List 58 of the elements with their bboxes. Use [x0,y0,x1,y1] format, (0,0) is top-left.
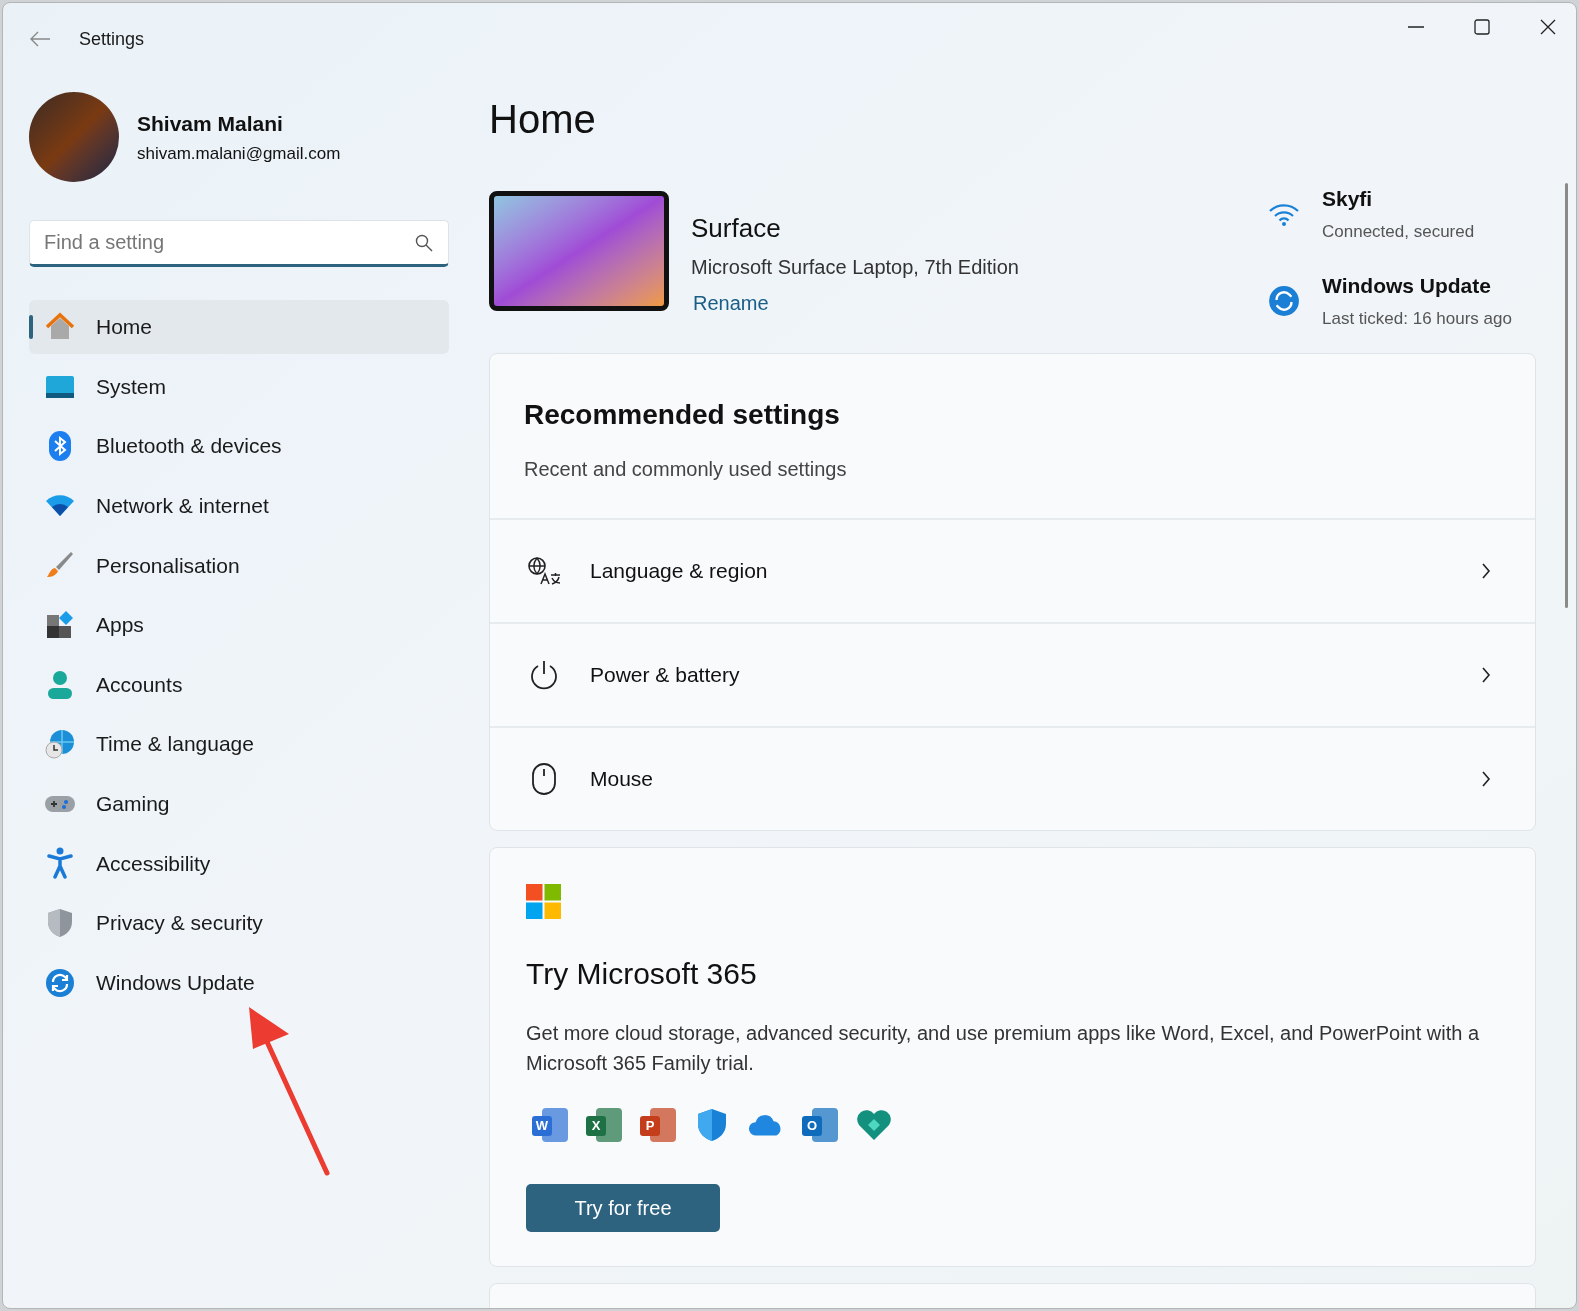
card-title: Recommended settings [524,398,841,432]
status-title: Skyfi [1322,186,1374,212]
settings-row[interactable]: Language & region [490,518,1535,622]
profile-name: Shivam Malani [137,110,284,137]
sync-icon [45,967,75,998]
nav-item[interactable]: Privacy & security [29,895,449,950]
nav-item[interactable]: Bluetooth & devices [29,419,449,474]
device-name: Surface [691,212,782,245]
selection-indicator [29,315,33,339]
search-field[interactable]: Find a setting [29,220,449,267]
heart-icon [856,1109,892,1141]
nav-item[interactable]: Windows Update [29,955,449,1010]
apps-icon [46,610,74,639]
nav-item[interactable]: Gaming [29,776,449,831]
status-detail: Connected, secured [1322,220,1475,243]
card-subtitle: Recent and commonly used settings [524,457,848,482]
promo-description: Get more cloud storage, advanced security, and use premium apps like Word, Excel, and PowerPoint with a Microsoft 365 Family trial. [526,1021,1481,1076]
power-icon [528,659,560,691]
nav-item[interactable]: Accounts [29,657,449,712]
close-icon[interactable] [1540,19,1556,35]
settings-row[interactable]: Mouse [490,726,1535,830]
wifi-icon [45,494,75,517]
status-detail: Last ticked: 16 hours ago [1322,307,1512,330]
back-arrow-icon[interactable] [29,31,51,47]
person-icon [47,669,73,700]
settings-row[interactable]: Power & battery [490,622,1535,726]
accessibility-icon [47,847,73,880]
nav-item[interactable]: Accessibility [29,836,449,891]
nav-item[interactable]: Personalisation [29,538,449,593]
page-title: Home [489,99,596,139]
chevron-right-icon [1481,562,1491,580]
shield-app-icon [696,1108,728,1142]
bluetooth-icon [48,430,72,463]
search-icon [415,234,433,252]
device-model: Microsoft Surface Laptop, 7th Edition [691,255,1019,280]
nav-item[interactable]: Home [29,300,449,354]
profile-email: shivam.malani@gmail.com [137,143,341,165]
nav-item[interactable]: Network & internet [29,478,449,533]
nav-item[interactable]: System [29,359,449,414]
promo-title: Try Microsoft 365 [526,956,758,992]
mouse-icon [531,762,557,796]
language-icon [527,556,561,586]
monitor-icon [45,374,75,399]
four-squares-logo [526,884,561,919]
globe-clock-icon [45,729,75,760]
try-for-free-button[interactable]: Try for free [526,1184,720,1232]
nav-item[interactable]: Time & language [29,717,449,772]
scrollbar[interactable] [1565,183,1568,608]
sync-icon [1268,284,1300,317]
maximize-icon[interactable] [1474,19,1490,35]
window-title: Settings [79,27,145,51]
nav-item[interactable]: Apps [29,597,449,652]
shield-icon [46,907,74,938]
rename-link[interactable]: Rename [693,288,769,318]
chevron-right-icon [1481,666,1491,684]
wifi-icon [1268,201,1300,226]
status-title: Windows Update [1322,273,1492,299]
chevron-right-icon [1481,770,1491,788]
